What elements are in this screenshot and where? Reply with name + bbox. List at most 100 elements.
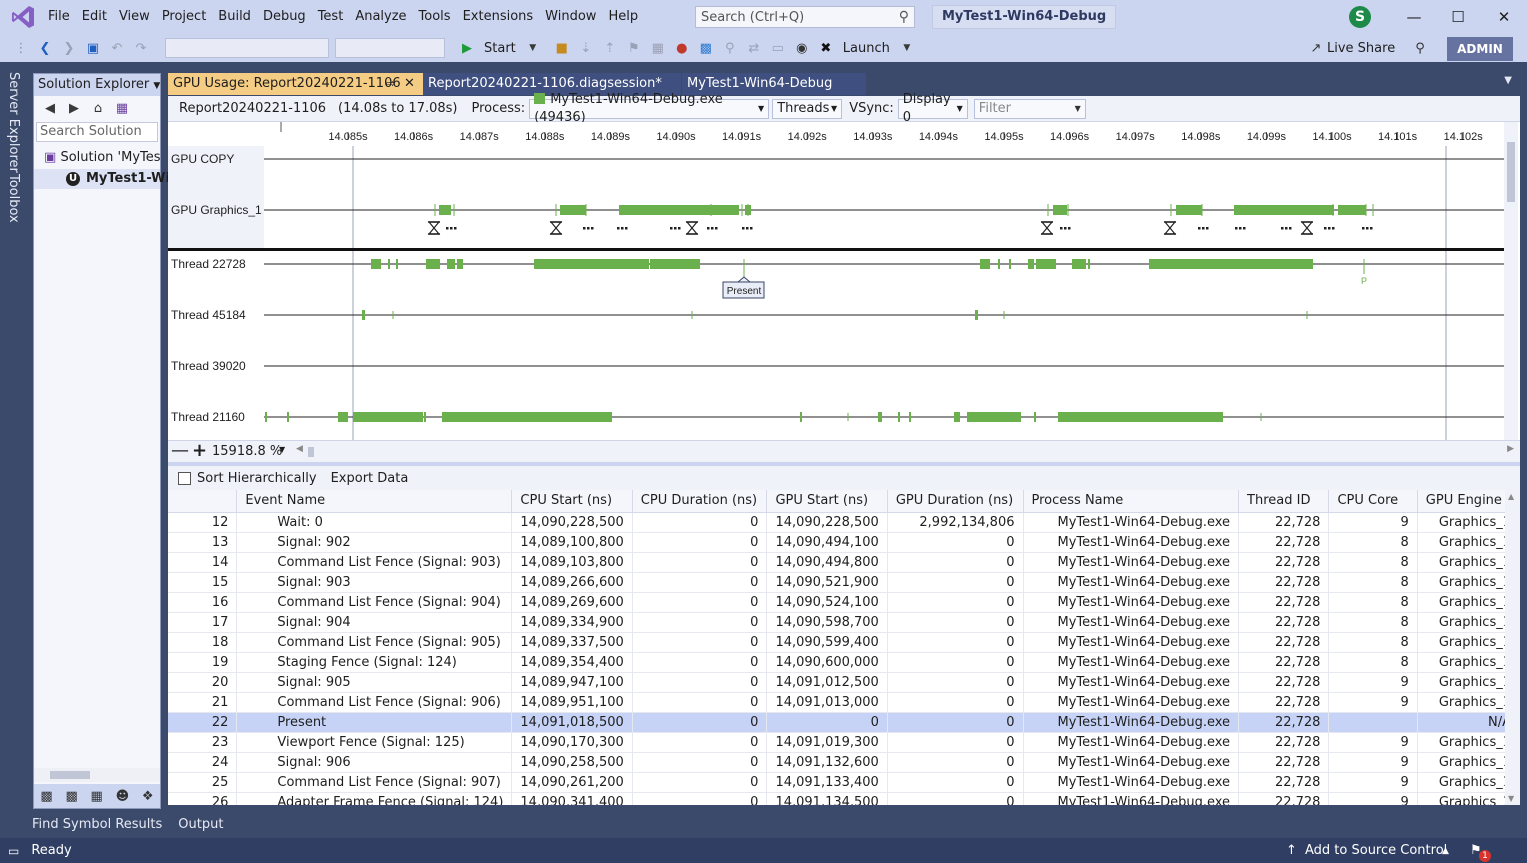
table-row[interactable]: 24 Signal: 906 14,090,258,500 0 14,091,132,6… xyxy=(168,752,1520,773)
project-node[interactable]: U MyTest1-Wi xyxy=(34,169,170,189)
more-events-icon[interactable] xyxy=(446,227,457,230)
event-bar[interactable] xyxy=(362,310,365,320)
more-events-icon[interactable] xyxy=(1235,227,1246,230)
visual-studio-logo-icon[interactable] xyxy=(8,2,38,32)
pin-icon[interactable]: ⇨ xyxy=(386,73,395,95)
event-bar[interactable] xyxy=(338,412,348,422)
event-bar[interactable] xyxy=(388,259,390,269)
redo-icon[interactable]: ↷ xyxy=(130,37,152,59)
menu-test[interactable]: Test xyxy=(312,0,350,34)
zoom-level[interactable]: 15918.8 % xyxy=(212,444,282,459)
table-row[interactable]: 22 Present 14,091,018,500 0 0 0 MyTest1-Win64-… xyxy=(168,712,1520,733)
event-bar[interactable] xyxy=(424,412,426,422)
chart-icon[interactable]: ▩ xyxy=(695,37,717,59)
event-bar[interactable] xyxy=(442,412,612,422)
menu-tools[interactable]: Tools xyxy=(413,0,457,34)
filter-input[interactable]: Filter ▼ xyxy=(973,98,1086,119)
column-header[interactable]: GPU Duration (ns) xyxy=(887,490,1024,513)
event-bar[interactable] xyxy=(1036,259,1056,269)
step-icon[interactable]: ⇣ xyxy=(575,37,597,59)
lane-label[interactable]: GPU COPY xyxy=(171,152,234,166)
event-bar[interactable] xyxy=(560,205,586,215)
event-bar[interactable] xyxy=(439,205,451,215)
property-manager-icon[interactable]: ▩ xyxy=(65,789,77,804)
column-header[interactable]: GPU Start (ns) xyxy=(766,490,888,513)
search-input[interactable]: Search (Ctrl+Q) ⚲ xyxy=(695,6,915,28)
table-row[interactable]: 17 Signal: 904 14,089,334,900 0 14,090,598,7… xyxy=(168,612,1520,633)
tab-overflow-icon[interactable]: ▼ xyxy=(1504,75,1512,86)
lane-label[interactable]: Thread 22728 xyxy=(171,257,246,271)
event-bar[interactable] xyxy=(371,259,381,269)
event-bar[interactable] xyxy=(1234,205,1334,215)
event-bar[interactable] xyxy=(967,412,1021,422)
wait-hourglass-icon[interactable] xyxy=(1040,221,1054,235)
grouping-combo[interactable]: Threads ▼ xyxy=(772,98,843,119)
event-bar[interactable] xyxy=(1072,259,1086,269)
more-events-icon[interactable] xyxy=(1198,227,1209,230)
more-events-icon[interactable] xyxy=(1362,227,1373,230)
event-bar[interactable] xyxy=(619,205,739,215)
step-out-icon[interactable]: ⇡ xyxy=(599,37,621,59)
vsync-combo[interactable]: Display 0 ▼ xyxy=(897,92,968,125)
wait-hourglass-icon[interactable] xyxy=(1300,221,1314,235)
admin-badge[interactable]: ADMIN xyxy=(1447,37,1513,61)
column-header[interactable]: Process Name xyxy=(1023,490,1240,513)
launch-dropdown-icon[interactable]: ▼ xyxy=(896,37,918,59)
event-bar[interactable] xyxy=(1299,259,1313,269)
more-events-icon[interactable] xyxy=(1060,227,1071,230)
lane-label[interactable]: Thread 21160 xyxy=(171,410,245,424)
configuration-combo[interactable] xyxy=(165,38,329,58)
capture-icon[interactable]: ◉ xyxy=(791,37,813,59)
table-row[interactable]: 16 Command List Fence (Signal: 904) 14,089… xyxy=(168,592,1520,613)
event-bar[interactable] xyxy=(426,259,440,269)
event-bar[interactable] xyxy=(909,412,911,422)
stop-icon[interactable]: ✖ xyxy=(815,37,837,59)
menu-window[interactable]: Window xyxy=(539,0,602,34)
record-icon[interactable]: ● xyxy=(671,37,693,59)
event-bar[interactable] xyxy=(1088,259,1090,269)
source-control-dropdown-icon[interactable]: ▲ xyxy=(1442,846,1449,856)
more-events-icon[interactable] xyxy=(583,227,594,230)
table-vertical-scrollbar[interactable]: ▲ ▼ xyxy=(1505,490,1520,805)
more-events-icon[interactable] xyxy=(670,227,681,230)
wait-hourglass-icon[interactable] xyxy=(427,221,441,235)
zoom-in-button[interactable]: + xyxy=(192,441,207,461)
event-bar[interactable] xyxy=(650,259,700,269)
save-all-icon[interactable]: ▣ xyxy=(82,37,104,59)
undo-icon[interactable]: ↶ xyxy=(106,37,128,59)
user-avatar[interactable]: S xyxy=(1349,6,1371,28)
table-row[interactable]: 13 Signal: 902 14,089,100,800 0 14,090,494,1… xyxy=(168,532,1520,553)
tab-find-symbol-results[interactable]: Find Symbol Results xyxy=(28,817,166,832)
solution-view-icon[interactable]: ▦ xyxy=(91,789,103,804)
close-button[interactable]: ✕ xyxy=(1482,3,1526,31)
table-row[interactable]: 25 Command List Fence (Signal: 907) 14,090… xyxy=(168,772,1520,793)
event-bar[interactable] xyxy=(998,259,1000,269)
menu-debug[interactable]: Debug xyxy=(257,0,312,34)
close-tab-icon[interactable]: ✕ xyxy=(404,73,415,95)
timeline-vertical-scrollbar[interactable] xyxy=(1504,122,1518,440)
solution-search-input[interactable]: Search Solution xyxy=(36,122,158,142)
event-bar[interactable] xyxy=(353,412,423,422)
horizontal-scroll-thumb[interactable] xyxy=(308,447,314,457)
column-header[interactable]: CPU Core xyxy=(1328,490,1418,513)
more-events-icon[interactable] xyxy=(1281,227,1292,230)
start-button[interactable]: Start xyxy=(479,41,521,56)
event-bar[interactable] xyxy=(898,412,900,422)
table-row[interactable]: 21 Command List Fence (Signal: 906) 14,089… xyxy=(168,692,1520,713)
panel-menu-icon[interactable]: ▼ xyxy=(153,81,160,91)
event-bar[interactable] xyxy=(1176,205,1202,215)
event-bar[interactable] xyxy=(1053,205,1067,215)
event-bar[interactable] xyxy=(287,412,289,422)
table-row[interactable]: 19 Staging Fence (Signal: 124) 14,089,354,… xyxy=(168,652,1520,673)
table-row[interactable]: 20 Signal: 905 14,089,947,100 0 14,091,012,5… xyxy=(168,672,1520,693)
add-to-source-control-button[interactable]: Add to Source Control xyxy=(1305,843,1447,858)
platform-combo[interactable] xyxy=(335,38,445,58)
menu-analyze[interactable]: Analyze xyxy=(349,0,412,34)
minimize-button[interactable]: — xyxy=(1392,3,1436,31)
menu-edit[interactable]: Edit xyxy=(76,0,113,34)
tab-gpu-usage[interactable]: GPU Usage: Report20240221-1106 ⇨ ✕ xyxy=(168,73,423,95)
lane-label[interactable]: GPU Graphics_1 xyxy=(171,203,262,217)
launch-button[interactable]: Launch xyxy=(838,41,895,56)
table-row[interactable]: 15 Signal: 903 14,089,266,600 0 14,090,521,9… xyxy=(168,572,1520,593)
more-events-icon[interactable] xyxy=(617,227,628,230)
